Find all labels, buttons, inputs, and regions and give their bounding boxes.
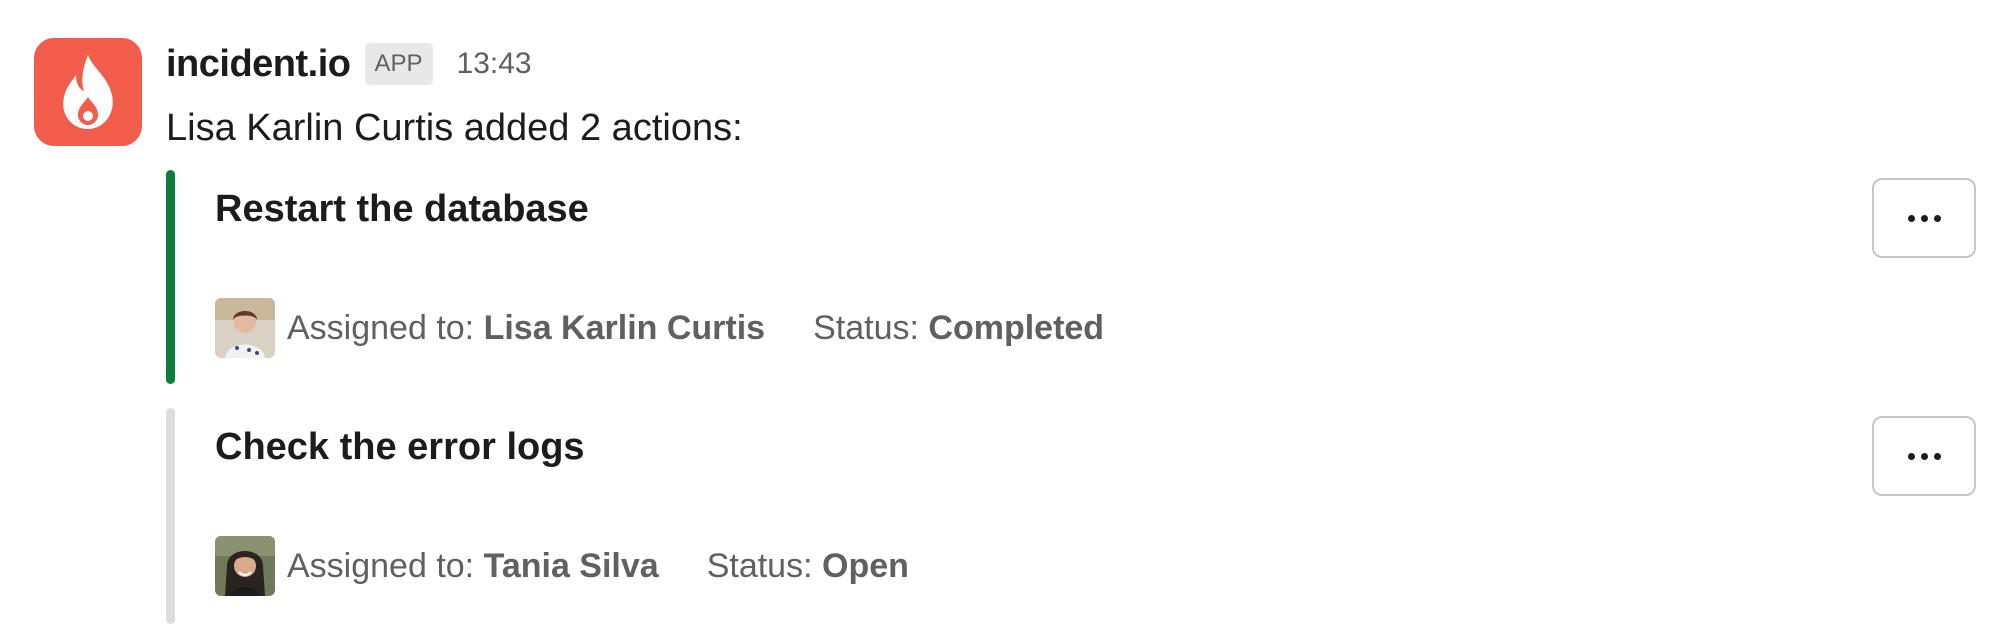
action-meta: Assigned to: Lisa Karlin Curtis Status: … bbox=[215, 298, 1104, 358]
action-status-bar bbox=[166, 408, 175, 624]
assigned-label: Assigned to: bbox=[287, 308, 475, 347]
action-card: Restart the database Assigned to: Lisa K… bbox=[166, 170, 1976, 384]
status-label: Status: bbox=[706, 546, 813, 585]
app-badge: APP bbox=[364, 43, 433, 85]
avatar bbox=[215, 536, 275, 596]
status-value: Open bbox=[822, 546, 909, 585]
more-horizontal-icon bbox=[1907, 214, 1941, 222]
assignee-name[interactable]: Tania Silva bbox=[484, 547, 659, 586]
timestamp[interactable]: 13:43 bbox=[457, 47, 532, 81]
assigned-label: Assigned to: bbox=[287, 546, 475, 585]
message-text: Lisa Karlin Curtis added 2 actions: bbox=[166, 107, 743, 149]
action-menu-button[interactable] bbox=[1872, 178, 1976, 258]
message-header: incident.io APP 13:43 bbox=[166, 36, 532, 92]
action-title: Restart the database bbox=[215, 188, 589, 230]
action-meta: Assigned to: Tania Silva Status: Open bbox=[215, 536, 909, 596]
message: incident.io APP 13:43 Lisa Karlin Curtis… bbox=[0, 0, 2000, 644]
action-title: Check the error logs bbox=[215, 426, 585, 468]
status-label: Status: bbox=[813, 308, 919, 347]
assignee-name[interactable]: Lisa Karlin Curtis bbox=[484, 309, 766, 348]
action-menu-button[interactable] bbox=[1872, 416, 1976, 496]
flame-icon bbox=[63, 55, 113, 129]
action-status-bar bbox=[166, 170, 175, 384]
action-card: Check the error logs Assigned to: Tania … bbox=[166, 408, 1976, 624]
status-value: Completed bbox=[928, 308, 1105, 347]
app-name[interactable]: incident.io bbox=[166, 43, 351, 86]
more-horizontal-icon bbox=[1907, 452, 1941, 460]
avatar bbox=[215, 298, 275, 358]
app-avatar[interactable] bbox=[34, 38, 142, 146]
